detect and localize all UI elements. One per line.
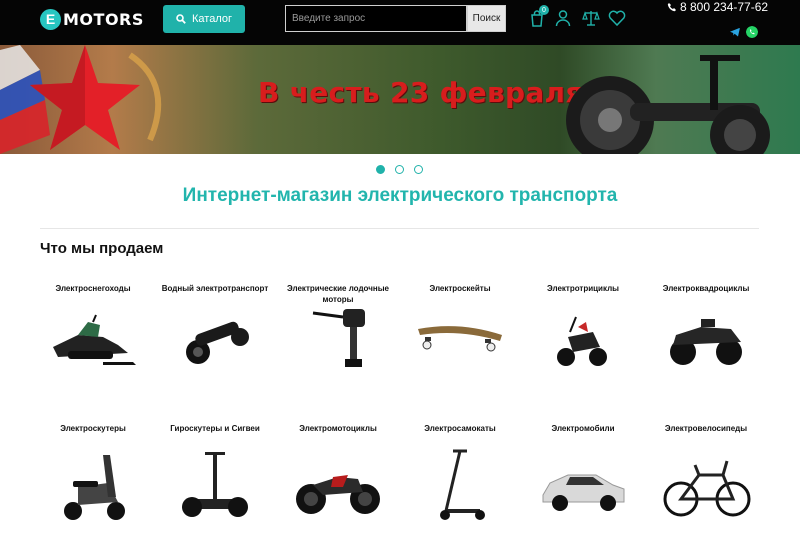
category-label: Гироскутеры и Сигвеи [170, 424, 260, 433]
boat-motor-icon [312, 309, 365, 367]
segway-banner-image [566, 55, 770, 154]
whatsapp-icon[interactable] [746, 26, 758, 38]
category-water-transport[interactable]: Водный электротранспорт [155, 283, 275, 372]
atv-icon [670, 319, 742, 365]
category-label: Электроквадроциклы [662, 284, 750, 293]
category-bicycles[interactable]: Электровелосипеды [646, 423, 766, 522]
scooter-icon [64, 455, 125, 520]
divider [40, 228, 759, 229]
slider-dot-1[interactable] [376, 165, 385, 174]
category-label: Электротрициклы [547, 284, 619, 293]
category-label: Электроскутеры [60, 424, 126, 433]
phone-text: 8 800 234-77-62 [680, 0, 769, 14]
kick-scooter-icon [440, 449, 485, 520]
category-label: Электросамокаты [424, 424, 496, 433]
slider-dot-3[interactable] [414, 165, 423, 174]
banner-title: В честь 23 февраля [258, 76, 584, 109]
search-icon [176, 14, 186, 24]
site-header: E MOTORS Каталог Поиск 0 8 800 234-77 [0, 0, 800, 45]
category-cars[interactable]: Электромобили [523, 423, 643, 522]
category-label: Электровелосипеды [664, 424, 748, 433]
category-label: Электрические лодочные моторы [287, 284, 389, 304]
telegram-icon[interactable] [729, 26, 741, 38]
category-skateboards[interactable]: Электроскейты [400, 283, 520, 372]
slider-dots [376, 165, 423, 174]
catalog-button-label: Каталог [192, 13, 232, 25]
phone-number[interactable]: 8 800 234-77-62 [667, 0, 768, 14]
section-title: Что мы продаем [40, 240, 164, 257]
category-label: Электромотоциклы [299, 424, 377, 433]
catalog-button[interactable]: Каталог [163, 5, 245, 33]
car-icon [542, 474, 625, 511]
logo-text: MOTORS [63, 9, 144, 29]
red-star-icon [0, 45, 162, 154]
search-input[interactable] [285, 5, 467, 32]
category-boat-motors[interactable]: Электрические лодочные моторы [278, 283, 398, 372]
user-icon[interactable] [554, 9, 572, 27]
slider-dot-2[interactable] [395, 165, 404, 174]
category-segways[interactable]: Гироскутеры и Сигвеи [155, 423, 275, 522]
category-motorcycles[interactable]: Электромотоциклы [278, 423, 398, 522]
search-form: Поиск [285, 5, 506, 32]
water-transport-icon [186, 321, 249, 364]
snowmobile-icon [53, 314, 136, 365]
heart-icon[interactable] [608, 9, 626, 27]
logo[interactable]: E MOTORS [40, 8, 144, 30]
bicycle-icon [663, 460, 751, 517]
search-button[interactable]: Поиск [467, 5, 506, 32]
category-kick-scooters[interactable]: Электросамокаты [400, 423, 520, 522]
tricycle-icon [557, 316, 607, 366]
skateboard-icon [418, 326, 502, 352]
category-label: Электроскейты [429, 284, 491, 293]
segway-icon [182, 452, 248, 517]
category-scooters[interactable]: Электроскутеры [33, 423, 153, 522]
category-label: Водный электротранспорт [161, 284, 269, 293]
category-atvs[interactable]: Электроквадроциклы [646, 283, 766, 372]
page-title: Интернет-магазин электрического транспор… [182, 185, 618, 206]
category-label: Электромобили [551, 424, 615, 433]
category-tricycles[interactable]: Электротрициклы [523, 283, 643, 372]
phone-icon [667, 3, 676, 12]
logo-mark: E [40, 8, 61, 30]
motorcycle-icon [296, 475, 380, 514]
scales-icon[interactable] [582, 9, 600, 27]
promo-banner[interactable]: В честь 23 февраля [0, 45, 800, 154]
category-snowmobiles[interactable]: Электроснегоходы [33, 283, 153, 372]
category-label: Электроснегоходы [55, 284, 131, 293]
cart-count-badge: 0 [539, 5, 549, 15]
